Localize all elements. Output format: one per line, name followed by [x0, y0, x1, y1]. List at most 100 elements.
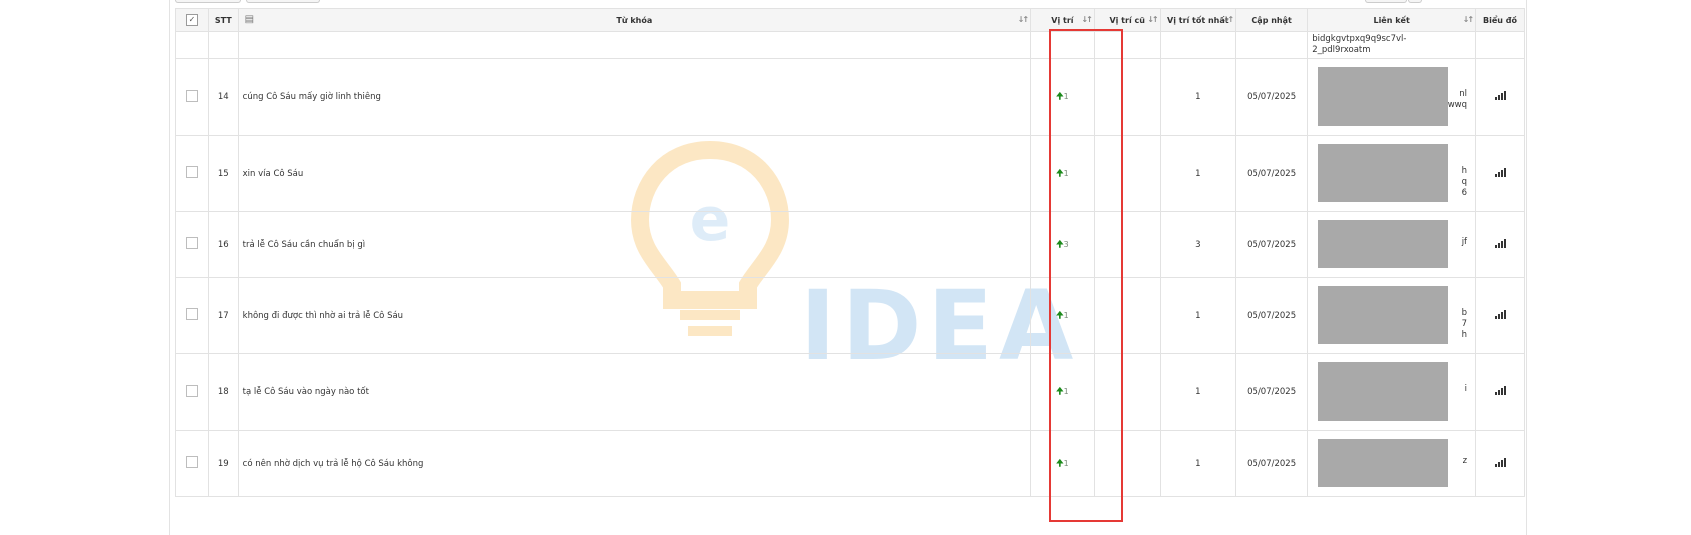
redacted-link-block	[1318, 66, 1449, 126]
row-stt: 15	[207, 135, 239, 212]
row-position-cell: 🠉1	[1030, 430, 1095, 497]
row-keyword[interactable]: có nên nhờ dịch vụ trả lễ hộ Cô Sáu khôn…	[237, 430, 1032, 497]
row-position-cell: 🠉1	[1030, 277, 1095, 354]
row-checkbox-cell[interactable]	[175, 58, 209, 136]
row-chart-cell[interactable]	[1475, 211, 1525, 278]
header-chart: Biểu đồ	[1475, 8, 1525, 32]
bar-chart-icon[interactable]	[1494, 238, 1506, 248]
header-best-position-cell[interactable]: Vị trí tốt nhất ↓↑	[1159, 8, 1237, 32]
toolbar-button-partial[interactable]	[1365, 0, 1407, 3]
header-stt: STT	[207, 8, 239, 32]
row-chart-cell[interactable]	[1475, 353, 1525, 431]
row-link-cell[interactable]: nl wwq	[1307, 58, 1477, 136]
row-keyword[interactable]: tạ lễ Cô Sáu vào ngày nào tốt	[237, 353, 1032, 431]
row-checkbox[interactable]	[185, 237, 198, 249]
link-text[interactable]: bidgkgvtpxq9q9sc7vl- 2_pdl9rxoatm	[1312, 34, 1471, 56]
header-keyword-cell[interactable]: ▤ Từ khóa ↓↑	[237, 8, 1032, 32]
row-checkbox-cell[interactable]	[175, 277, 209, 354]
bar-chart-icon[interactable]	[1494, 386, 1506, 395]
row-old-position	[1093, 430, 1161, 497]
row-link[interactable]: jf	[1312, 218, 1471, 272]
row-position: 1	[1063, 92, 1069, 101]
keyword-ranking-table: ✓ STT ▤ Từ khóa ↓↑ Vị trí ↓↑ Vị trí cũ ↓…	[175, 8, 1525, 497]
table-row: 14 cúng Cô Sáu mấy giờ linh thiêng 🠉1 1 …	[175, 58, 1525, 136]
row-keyword[interactable]: cúng Cô Sáu mấy giờ linh thiêng	[237, 58, 1032, 136]
arrow-up-icon: 🠉	[1056, 310, 1064, 321]
row-checkbox[interactable]	[185, 166, 198, 178]
row-keyword[interactable]: không đi được thì nhờ ai trả lễ Cô Sáu	[237, 277, 1032, 354]
row-position-cell: 🠉1	[1030, 135, 1095, 212]
header-link-cell[interactable]: Liên kết ↓↑	[1307, 8, 1477, 32]
redacted-link-block	[1318, 285, 1449, 344]
bar-chart-icon[interactable]	[1494, 167, 1506, 177]
checkbox-icon[interactable]: ✓	[185, 14, 198, 26]
arrow-up-icon: 🠉	[1056, 168, 1064, 179]
row-stt: 19	[207, 430, 239, 497]
row-link[interactable]: i	[1312, 360, 1471, 425]
row-link[interactable]: b 7 h	[1312, 284, 1471, 348]
row-updated: 05/07/2025	[1235, 430, 1309, 497]
header-position-cell[interactable]: Vị trí ↓↑	[1030, 8, 1095, 32]
arrow-up-icon: 🠉	[1056, 239, 1064, 250]
link-tail-text: i	[1464, 384, 1468, 394]
row-checkbox[interactable]	[185, 384, 198, 397]
toolbar-button-partial[interactable]	[175, 0, 241, 3]
row-link-cell[interactable]: i	[1307, 353, 1477, 431]
table-row: 19 có nên nhờ dịch vụ trả lễ hộ Cô Sáu k…	[175, 430, 1525, 497]
link-tail-text: b 7 h	[1461, 307, 1468, 340]
row-best-position: 1	[1159, 135, 1237, 212]
row-updated: 05/07/2025	[1235, 135, 1309, 212]
arrow-up-icon: 🠉	[1056, 387, 1064, 397]
document-icon: ▤	[244, 14, 255, 25]
row-chart-cell[interactable]	[1475, 58, 1525, 136]
row-checkbox-cell[interactable]	[175, 211, 209, 278]
row-old-position	[1093, 135, 1161, 212]
toolbar-button-partial[interactable]	[246, 0, 320, 3]
table-row: 15 xin vía Cô Sáu 🠉1 1 05/07/2025 h q 6	[175, 135, 1525, 212]
row-checkbox-cell[interactable]	[175, 353, 209, 431]
row-link-cell[interactable]: b 7 h	[1307, 277, 1477, 354]
row-stt: 16	[207, 211, 239, 278]
row-best-position: 1	[1159, 353, 1237, 431]
redacted-link-block	[1318, 361, 1449, 421]
header-old-position: Vị trí cũ	[1109, 15, 1145, 25]
sort-icon[interactable]: ↓↑	[1147, 15, 1158, 24]
row-stt: 17	[207, 277, 239, 354]
row-updated: 05/07/2025	[1235, 58, 1309, 136]
row-best-position: 1	[1159, 277, 1237, 354]
row-updated: 05/07/2025	[1235, 353, 1309, 431]
table-row: 17 không đi được thì nhờ ai trả lễ Cô Sá…	[175, 277, 1525, 354]
row-chart-cell[interactable]	[1475, 135, 1525, 212]
row-old-position	[1093, 58, 1161, 136]
bar-chart-icon[interactable]	[1494, 309, 1506, 319]
select-all-cell[interactable]: ✓	[175, 8, 209, 32]
row-link-cell[interactable]: z	[1307, 430, 1477, 497]
row-keyword[interactable]: xin vía Cô Sáu	[237, 135, 1032, 212]
row-chart-cell[interactable]	[1475, 430, 1525, 497]
toolbar-button-partial[interactable]	[1408, 0, 1422, 3]
row-link-cell[interactable]: jf	[1307, 211, 1477, 278]
arrow-up-icon: 🠉	[1056, 458, 1064, 469]
sort-icon[interactable]: ↓↑	[1223, 15, 1234, 24]
header-old-position-cell[interactable]: Vị trí cũ ↓↑	[1093, 8, 1161, 32]
row-chart-cell[interactable]	[1475, 277, 1525, 354]
row-link[interactable]: z	[1312, 437, 1471, 491]
row-stt: 14	[207, 58, 239, 136]
sort-icon[interactable]: ↓↑	[1463, 15, 1474, 24]
row-link[interactable]: nl wwq	[1312, 65, 1471, 130]
row-checkbox-cell[interactable]	[175, 430, 209, 497]
link-tail-text: nl wwq	[1447, 89, 1468, 110]
row-keyword[interactable]: trả lễ Cô Sáu cần chuẩn bị gì	[237, 211, 1032, 278]
bar-chart-icon[interactable]	[1494, 457, 1506, 467]
arrow-up-icon: 🠉	[1056, 92, 1064, 102]
sort-icon[interactable]: ↓↑	[1081, 15, 1092, 24]
row-checkbox[interactable]	[185, 89, 198, 102]
row-checkbox[interactable]	[185, 308, 198, 320]
row-link[interactable]: h q 6	[1312, 142, 1471, 206]
row-old-position	[1093, 277, 1161, 354]
sort-icon[interactable]: ↓↑	[1018, 15, 1029, 24]
row-checkbox-cell[interactable]	[175, 135, 209, 212]
row-link-cell[interactable]: h q 6	[1307, 135, 1477, 212]
bar-chart-icon[interactable]	[1494, 91, 1506, 100]
row-checkbox[interactable]	[185, 456, 198, 468]
